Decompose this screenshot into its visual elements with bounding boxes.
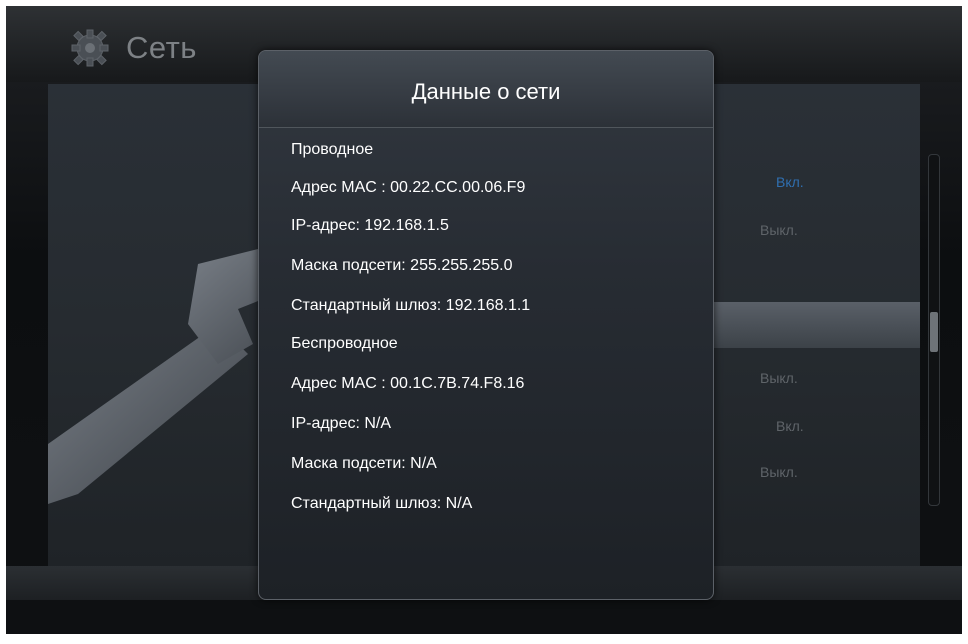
dialog-header: Данные о сети [259, 51, 713, 128]
wireless-subnet-mask: Маска подсети: N/A [291, 455, 437, 472]
page-title: Сеть [126, 30, 197, 65]
wired-heading: Проводное [291, 141, 374, 158]
wired-gateway: Стандартный шлюз: 192.168.1.1 [291, 297, 531, 314]
network-info-dialog: Данные о сети Проводное Адрес MAC : 00.2… [258, 50, 714, 600]
wireless-mac: Адрес MAC : 00.1C.7B.74.F8.16 [291, 375, 525, 392]
option-value[interactable]: Выкл. [760, 222, 798, 238]
scrollbar-thumb[interactable] [930, 312, 938, 352]
wired-mac: Адрес MAC : 00.22.CC.00.06.F9 [291, 179, 526, 196]
option-value[interactable]: Вкл. [776, 418, 804, 434]
wireless-gateway: Стандартный шлюз: N/A [291, 495, 473, 512]
dialog-title: Данные о сети [411, 79, 561, 104]
bottom-strip [6, 600, 962, 634]
option-value[interactable]: Выкл. [760, 370, 798, 386]
wired-ip: IP-адрес: 192.168.1.5 [291, 217, 449, 234]
wired-subnet-mask: Маска подсети: 255.255.255.0 [291, 257, 513, 274]
selected-row[interactable] [706, 302, 920, 348]
tv-screen: Сеть Вкл. Выкл. Выкл. Вкл. Выкл. Данные … [6, 6, 962, 634]
option-value[interactable]: Вкл. [776, 174, 804, 190]
gear-icon [71, 29, 109, 67]
wireless-ip: IP-адрес: N/A [291, 415, 392, 432]
wireless-heading: Беспроводное [291, 335, 398, 352]
option-value[interactable]: Выкл. [760, 464, 798, 480]
